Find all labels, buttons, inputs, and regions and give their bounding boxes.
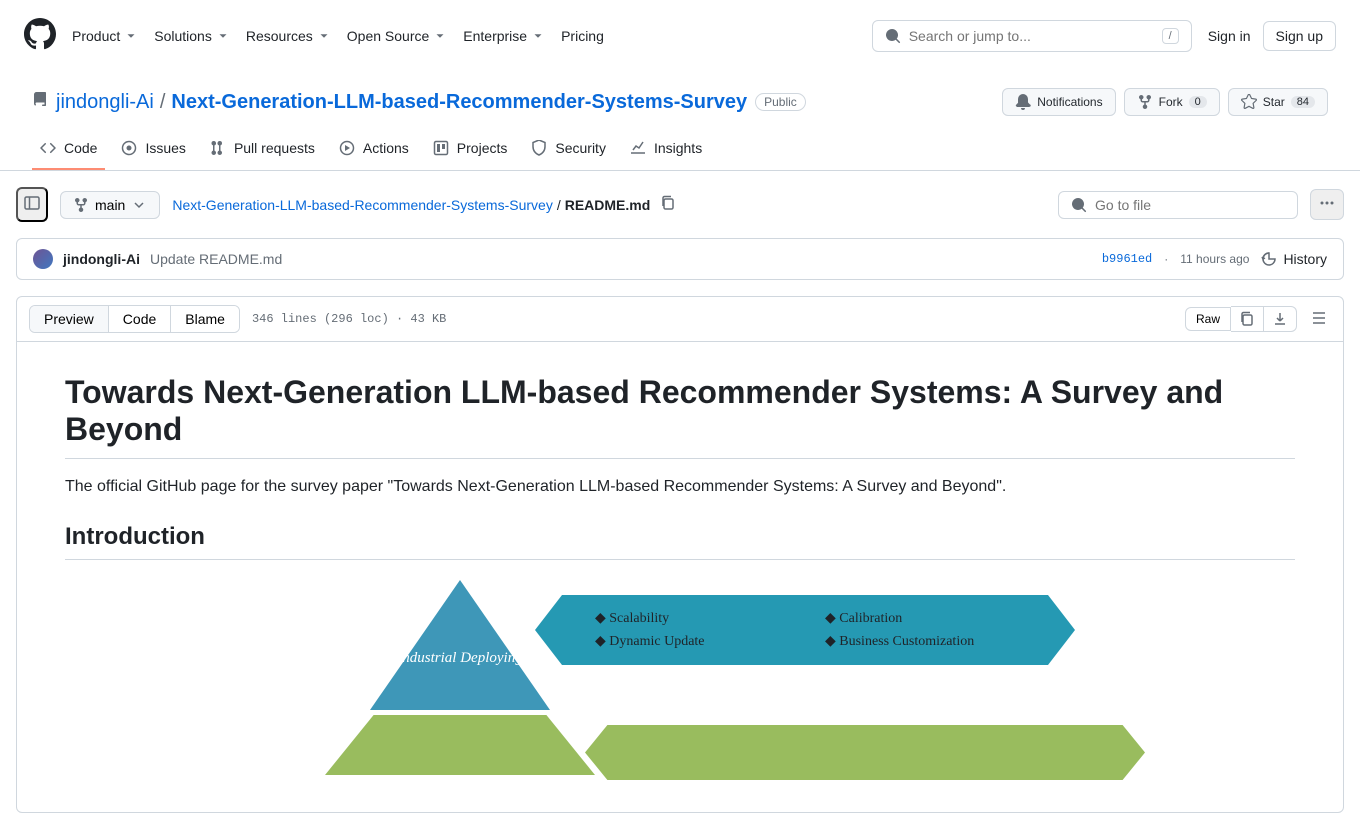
actions-icon (339, 140, 355, 156)
repo-tabs: Code Issues Pull requests Actions Projec… (0, 132, 1360, 171)
commit-author-link[interactable]: jindongli-Ai (63, 251, 140, 267)
shield-icon (531, 140, 547, 156)
fork-icon (1137, 94, 1153, 110)
more-options-button[interactable] (1310, 189, 1344, 220)
view-preview-tab[interactable]: Preview (30, 306, 108, 332)
readme-intro-text: The official GitHub page for the survey … (65, 475, 1295, 499)
view-toggle: Preview Code Blame (29, 305, 240, 333)
fork-button[interactable]: Fork 0 (1124, 88, 1220, 116)
tab-projects[interactable]: Projects (425, 132, 516, 170)
view-code-tab[interactable]: Code (108, 306, 170, 332)
copy-icon (1239, 311, 1255, 327)
sidebar-toggle[interactable] (16, 187, 48, 222)
chevron-down-icon (433, 29, 447, 43)
tab-pull-requests[interactable]: Pull requests (202, 132, 323, 170)
go-to-file-input[interactable] (1095, 197, 1285, 213)
copy-raw-button[interactable] (1231, 306, 1264, 332)
primary-nav: Product Solutions Resources Open Source … (72, 20, 856, 52)
chevron-down-icon (216, 29, 230, 43)
pyramid-mid-segment (325, 715, 595, 775)
repo-name-link[interactable]: Next-Generation-LLM-based-Recommender-Sy… (171, 91, 747, 114)
download-icon (1272, 311, 1288, 327)
tab-insights[interactable]: Insights (622, 132, 710, 170)
diagram-banner-top: ◆ Scalability ◆ Calibration ◆ Dynamic Up… (535, 595, 1075, 665)
repo-owner-link[interactable]: jindongli-Ai (56, 91, 154, 114)
chevron-down-icon (124, 29, 138, 43)
copy-icon (660, 195, 676, 211)
tab-code[interactable]: Code (32, 132, 105, 170)
tab-actions[interactable]: Actions (331, 132, 417, 170)
branch-icon (73, 197, 89, 213)
bell-icon (1015, 94, 1031, 110)
search-icon (885, 28, 901, 44)
breadcrumb-current-file: README.md (565, 197, 651, 213)
list-icon (1311, 310, 1327, 326)
repo-icon (32, 92, 48, 113)
nav-enterprise[interactable]: Enterprise (463, 20, 545, 52)
github-logo[interactable] (24, 18, 56, 55)
nav-open-source[interactable]: Open Source (347, 20, 448, 52)
readme-title: Towards Next-Generation LLM-based Recomm… (65, 374, 1295, 459)
repo-header: jindongli-Ai / Next-Generation-LLM-based… (0, 72, 1360, 116)
issues-icon (121, 140, 137, 156)
latest-commit-bar: jindongli-Ai Update README.md b9961ed · … (16, 238, 1344, 280)
commit-time: 11 hours ago (1180, 252, 1249, 266)
readme-content: Towards Next-Generation LLM-based Recomm… (17, 342, 1343, 812)
chevron-down-icon (317, 29, 331, 43)
breadcrumb-repo-link[interactable]: Next-Generation-LLM-based-Recommender-Sy… (172, 197, 552, 213)
sidebar-icon (24, 195, 40, 211)
file-container: Preview Code Blame 346 lines (296 loc) ·… (16, 296, 1344, 813)
sign-in-link[interactable]: Sign in (1208, 28, 1251, 44)
star-count: 84 (1291, 96, 1315, 108)
search-shortcut: / (1162, 28, 1179, 44)
breadcrumb: Next-Generation-LLM-based-Recommender-Sy… (172, 195, 1046, 214)
view-blame-tab[interactable]: Blame (170, 306, 239, 332)
global-header: Product Solutions Resources Open Source … (0, 0, 1360, 72)
go-to-file-box[interactable] (1058, 191, 1298, 219)
pull-request-icon (210, 140, 226, 156)
star-icon (1241, 94, 1257, 110)
copy-path-button[interactable] (660, 195, 676, 214)
search-input[interactable] (909, 28, 1154, 44)
search-box[interactable]: / (872, 20, 1192, 52)
notifications-button[interactable]: Notifications (1002, 88, 1115, 116)
nav-solutions[interactable]: Solutions (154, 20, 230, 52)
readme-intro-heading: Introduction (65, 523, 1295, 560)
branch-selector[interactable]: main (60, 191, 160, 219)
tab-security[interactable]: Security (523, 132, 614, 170)
history-link[interactable]: History (1261, 251, 1327, 267)
download-button[interactable] (1264, 306, 1297, 332)
repo-path: jindongli-Ai / Next-Generation-LLM-based… (56, 91, 747, 114)
search-icon (1071, 197, 1087, 213)
chevron-down-icon (531, 29, 545, 43)
fork-count: 0 (1189, 96, 1207, 108)
file-header: Preview Code Blame 346 lines (296 loc) ·… (17, 297, 1343, 342)
chevron-down-icon (131, 197, 147, 213)
diagram-banner-mid (585, 725, 1145, 780)
nav-pricing[interactable]: Pricing (561, 20, 604, 52)
star-button[interactable]: Star 84 (1228, 88, 1328, 116)
intro-diagram: ◆ Scalability ◆ Calibration ◆ Dynamic Up… (65, 580, 1295, 780)
tab-issues[interactable]: Issues (113, 132, 193, 170)
commit-hash-link[interactable]: b9961ed (1102, 252, 1152, 266)
raw-button[interactable]: Raw (1185, 307, 1231, 331)
outline-button[interactable] (1307, 306, 1331, 333)
nav-resources[interactable]: Resources (246, 20, 331, 52)
projects-icon (433, 140, 449, 156)
pyramid-top-label: Industrial Deploying (395, 650, 525, 667)
commit-message-link[interactable]: Update README.md (150, 251, 282, 267)
history-icon (1261, 251, 1277, 267)
file-stats: 346 lines (296 loc) · 43 KB (252, 312, 446, 326)
pyramid-top-segment (370, 580, 550, 710)
visibility-badge: Public (755, 93, 806, 111)
code-icon (40, 140, 56, 156)
file-nav: main Next-Generation-LLM-based-Recommend… (0, 171, 1360, 238)
avatar[interactable] (33, 249, 53, 269)
insights-icon (630, 140, 646, 156)
sign-up-button[interactable]: Sign up (1263, 21, 1336, 51)
nav-product[interactable]: Product (72, 20, 138, 52)
auth-links: Sign in Sign up (1208, 21, 1336, 51)
kebab-icon (1319, 195, 1335, 211)
